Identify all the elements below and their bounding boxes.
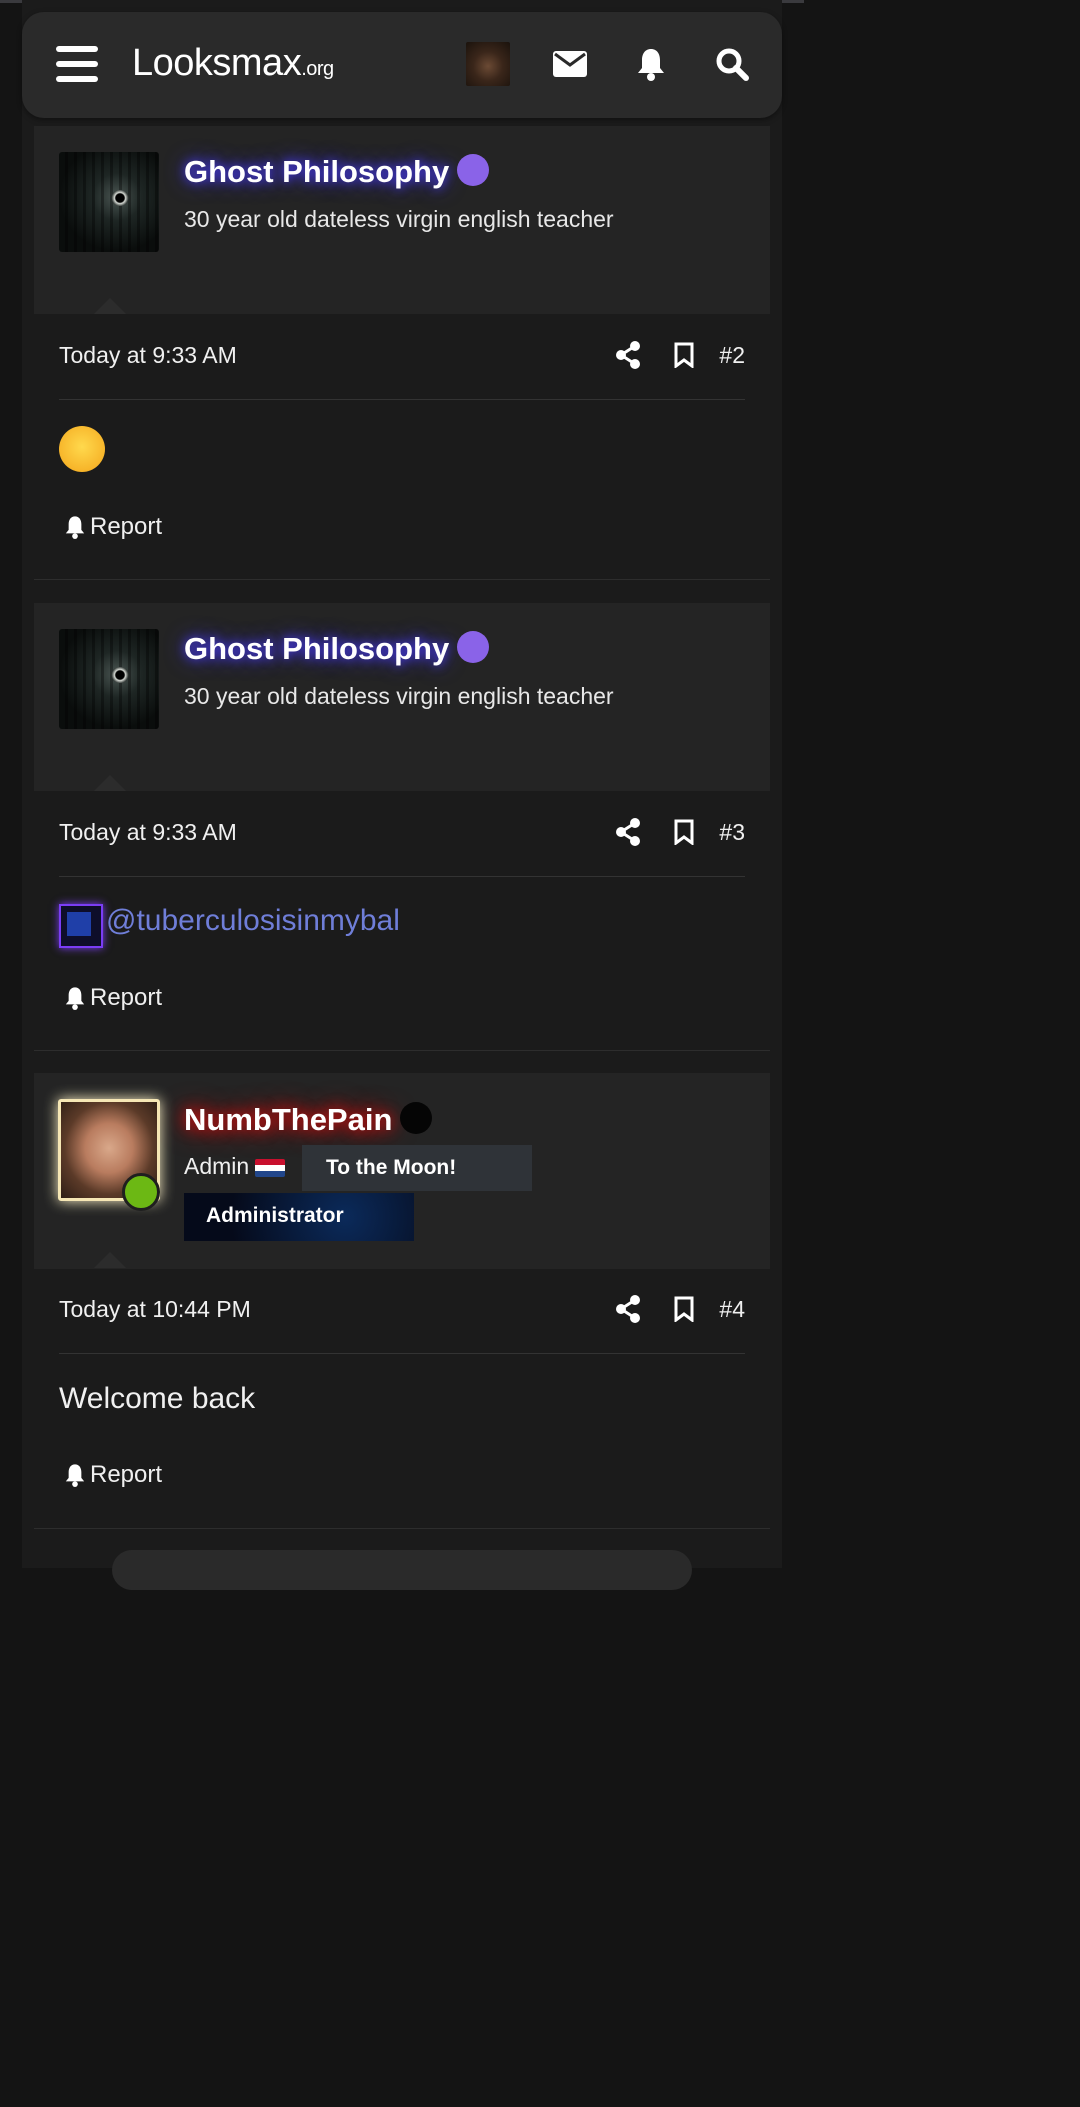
emoji bbox=[59, 426, 105, 472]
bell-icon bbox=[65, 516, 85, 539]
post-number[interactable]: #3 bbox=[719, 819, 745, 846]
post-date[interactable]: Today at 9:33 AM bbox=[59, 342, 237, 369]
share-icon[interactable] bbox=[613, 817, 643, 847]
post-number[interactable]: #2 bbox=[719, 342, 745, 369]
report-label: Report bbox=[90, 984, 163, 1011]
bookmark-icon[interactable] bbox=[669, 1294, 699, 1324]
user-title: 30 year old dateless virgin english teac… bbox=[184, 683, 614, 709]
avatar[interactable] bbox=[466, 42, 510, 86]
flag-icon bbox=[255, 1158, 286, 1177]
avatar[interactable] bbox=[59, 152, 159, 252]
post-actions: #4 bbox=[587, 1294, 745, 1324]
administrator-banner: Administrator bbox=[184, 1193, 414, 1241]
user-mention-link[interactable]: @tuberculosisinmybal bbox=[106, 904, 400, 938]
user-banner: To the Moon! bbox=[302, 1145, 532, 1191]
post-separator bbox=[34, 1050, 770, 1051]
user-role: Admin bbox=[184, 1153, 286, 1180]
username[interactable]: NumbThePain bbox=[184, 1101, 433, 1138]
bookmark-icon[interactable] bbox=[669, 340, 699, 370]
divider bbox=[59, 1353, 745, 1354]
username[interactable]: Ghost Philosophy bbox=[184, 153, 490, 190]
report-link[interactable]: Report bbox=[64, 984, 162, 1012]
userbar-arrow bbox=[94, 298, 126, 314]
user-title: 30 year old dateless virgin english teac… bbox=[184, 206, 614, 232]
userbar-arrow bbox=[94, 1252, 126, 1268]
share-icon[interactable] bbox=[613, 1294, 643, 1324]
report-label: Report bbox=[90, 513, 163, 540]
post-actions: #2 bbox=[587, 340, 745, 370]
post-content: Welcome back bbox=[59, 1382, 256, 1415]
share-icon[interactable] bbox=[613, 340, 643, 370]
online-status-dot bbox=[122, 1173, 160, 1211]
bell-icon bbox=[65, 987, 85, 1010]
post-number[interactable]: #4 bbox=[719, 1296, 745, 1323]
post-separator bbox=[34, 579, 770, 580]
verified-badge-icon bbox=[457, 153, 490, 186]
bell-icon[interactable] bbox=[629, 42, 673, 86]
post-separator bbox=[34, 1528, 770, 1529]
report-label: Report bbox=[90, 1461, 163, 1488]
menu-icon[interactable] bbox=[56, 46, 98, 82]
post-actions: #3 bbox=[587, 817, 745, 847]
post-date[interactable]: Today at 9:33 AM bbox=[59, 819, 237, 846]
divider bbox=[59, 399, 745, 400]
divider bbox=[59, 876, 745, 877]
envelope-icon[interactable] bbox=[548, 42, 592, 86]
site-header: Looksmax.org bbox=[22, 12, 782, 118]
post-date[interactable]: Today at 10:44 PM bbox=[59, 1296, 251, 1323]
avatar[interactable] bbox=[59, 629, 159, 729]
username[interactable]: Ghost Philosophy bbox=[184, 630, 490, 667]
mention-avatar[interactable] bbox=[59, 904, 103, 948]
bell-icon bbox=[65, 1464, 85, 1487]
site-logo[interactable]: Looksmax.org bbox=[132, 42, 334, 85]
verified-badge-icon bbox=[400, 1101, 433, 1134]
report-link[interactable]: Report bbox=[64, 513, 162, 541]
verified-badge-icon bbox=[457, 630, 490, 663]
bookmark-icon[interactable] bbox=[669, 817, 699, 847]
search-icon[interactable] bbox=[710, 42, 754, 86]
userbar-arrow bbox=[94, 775, 126, 791]
report-link[interactable]: Report bbox=[64, 1461, 162, 1489]
bottom-bar[interactable] bbox=[112, 1550, 692, 1590]
